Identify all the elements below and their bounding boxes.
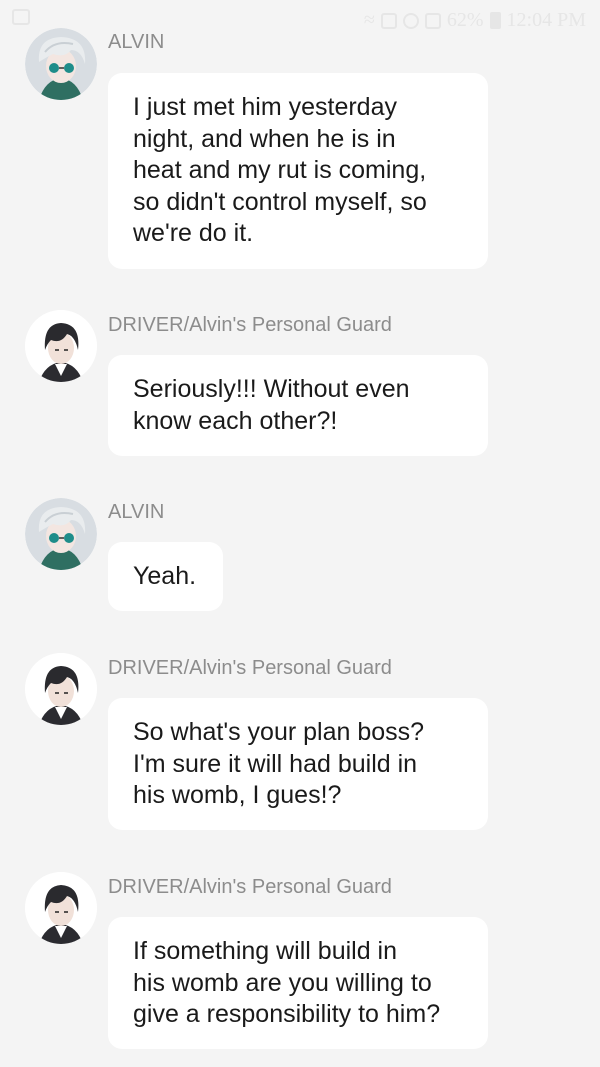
- message-line: Yeah.: [133, 562, 197, 590]
- message-line: So what's your plan boss?: [133, 718, 425, 746]
- message-line: we're do it.: [133, 219, 254, 247]
- sender-name: ALVIN: [108, 501, 165, 523]
- message-bubble: I just met him yesterday night, and when…: [108, 73, 488, 269]
- sender-name: DRIVER/Alvin's Personal Guard: [108, 657, 392, 679]
- message-line: If something will build in: [133, 937, 398, 965]
- message-line: Seriously!!! Without even: [133, 375, 410, 403]
- driver-avatar[interactable]: [25, 310, 97, 382]
- message-line: I just met him yesterday: [133, 93, 397, 121]
- message-line: his womb, I gues!?: [133, 781, 342, 809]
- message-line: his womb are you willing to: [133, 968, 432, 997]
- alvin-avatar[interactable]: [25, 498, 97, 570]
- wifi-icon: ≈: [363, 9, 375, 31]
- sender-name: ALVIN: [108, 31, 165, 53]
- alvin-avatar[interactable]: [25, 28, 97, 100]
- battery-percent: 62%: [446, 9, 484, 31]
- message-line: I'm sure it will had build in: [133, 749, 418, 778]
- sim-icon: [380, 12, 397, 29]
- message-bubble: Seriously!!! Without even know each othe…: [108, 355, 488, 456]
- message-line: give a responsibility to him?: [133, 1000, 441, 1028]
- do-not-disturb-icon: [402, 12, 419, 29]
- status-icons: ≈ 62% 12:04 PM: [364, 9, 586, 32]
- gallery-icon: [12, 9, 30, 25]
- battery-icon: [489, 12, 501, 29]
- message-bubble: So what's your plan boss? I'm sure it wi…: [108, 698, 488, 830]
- message-line: night, and when he is in: [133, 124, 396, 153]
- message-bubble: If something will build in his womb are …: [108, 917, 488, 1049]
- clock: 12:04 PM: [506, 9, 586, 31]
- sender-name: DRIVER/Alvin's Personal Guard: [108, 876, 392, 898]
- driver-avatar[interactable]: [25, 653, 97, 725]
- message-line: heat and my rut is coming,: [133, 156, 427, 184]
- message-line: so didn't control myself, so: [133, 187, 427, 216]
- status-bar: ≈ 62% 12:04 PM: [0, 0, 600, 40]
- driver-avatar[interactable]: [25, 872, 97, 944]
- message-bubble: Yeah.: [108, 542, 223, 611]
- sender-name: DRIVER/Alvin's Personal Guard: [108, 314, 392, 336]
- message-line: know each other?!: [133, 406, 338, 435]
- signal-icon: [424, 12, 441, 29]
